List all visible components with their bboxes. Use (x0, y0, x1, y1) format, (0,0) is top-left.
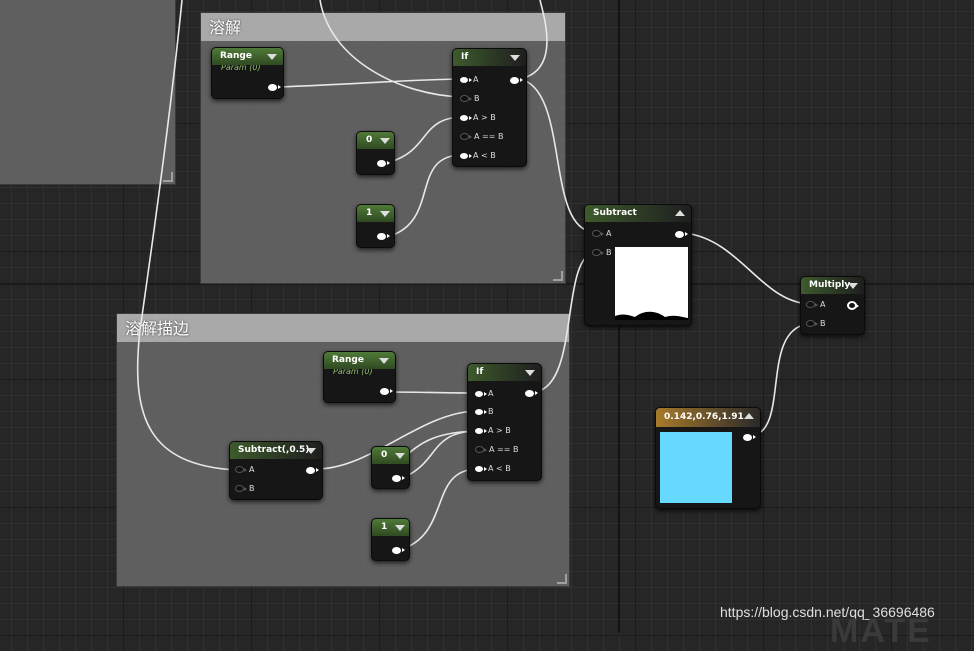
input-pin-a[interactable]: A (475, 388, 493, 400)
collapse-arrow-icon[interactable] (380, 138, 390, 144)
collapse-arrow-icon[interactable] (395, 525, 405, 531)
if-node[interactable]: If A B A > B A == B A < B (452, 48, 527, 167)
range-parameter-node[interactable]: Range Param (0) (211, 47, 284, 99)
input-pin-a[interactable]: A (806, 299, 825, 311)
constant-node[interactable]: 1 (371, 518, 410, 561)
constant-node[interactable]: 0 (356, 131, 395, 175)
output-pin[interactable] (392, 475, 405, 482)
node-header[interactable]: 0 (372, 447, 409, 464)
collapse-arrow-icon[interactable] (510, 55, 520, 61)
output-pin[interactable] (377, 160, 390, 167)
node-header[interactable]: 0 (357, 132, 394, 149)
node-title: Subtract (593, 208, 637, 218)
node-title: If (461, 52, 469, 62)
collapse-arrow-icon[interactable] (306, 448, 316, 454)
if-node[interactable]: If A B A > B A == B A < B (467, 363, 542, 481)
input-pin-b[interactable]: B (460, 93, 480, 105)
collapse-arrow-icon[interactable] (744, 413, 754, 419)
constant3vector-node[interactable]: 0.142,0.76,1.91 (655, 407, 761, 509)
output-pin[interactable] (377, 233, 390, 240)
output-pin[interactable] (525, 390, 538, 397)
output-pin[interactable] (268, 84, 281, 91)
node-header[interactable]: 1 (372, 519, 409, 536)
node-title: Range (332, 355, 364, 365)
input-pin-b[interactable]: B (235, 483, 255, 495)
collapse-arrow-icon[interactable] (848, 283, 858, 289)
node-title: Subtract(,0.5) (238, 445, 310, 455)
collapse-arrow-icon[interactable] (379, 358, 389, 364)
collapse-arrow-icon[interactable] (380, 211, 390, 217)
preview-thumbnail (615, 247, 688, 320)
input-pin-b[interactable]: B (806, 318, 826, 330)
node-header[interactable]: If (453, 49, 526, 66)
node-header[interactable]: 0.142,0.76,1.91 (656, 408, 760, 427)
output-pin[interactable] (743, 434, 756, 441)
constant-node[interactable]: 0 (371, 446, 410, 489)
node-header[interactable]: Range (324, 352, 395, 369)
node-header[interactable]: 1 (357, 205, 394, 222)
output-pin[interactable] (510, 77, 523, 84)
output-pin[interactable] (306, 467, 319, 474)
bottom-watermark: MATE (830, 612, 932, 650)
input-pin-a[interactable]: A (235, 464, 254, 476)
range-parameter-node[interactable]: Range Param (0) (323, 351, 396, 403)
node-header[interactable]: Range (212, 48, 283, 65)
collapse-arrow-icon[interactable] (675, 210, 685, 216)
input-pin-a-greater-b[interactable]: A > B (460, 112, 496, 124)
output-pin[interactable] (847, 301, 859, 310)
output-pin[interactable] (392, 547, 405, 554)
input-pin-b[interactable]: B (592, 247, 612, 259)
subtract-node[interactable]: Subtract(,0.5) A B (229, 441, 323, 500)
node-title: If (476, 367, 484, 377)
node-header[interactable]: Subtract (585, 205, 691, 222)
collapse-arrow-icon[interactable] (267, 54, 277, 60)
input-pin-a-less-b[interactable]: A < B (460, 150, 496, 162)
collapse-arrow-icon[interactable] (395, 453, 405, 459)
input-pin-a[interactable]: A (592, 228, 611, 240)
collapse-arrow-icon[interactable] (525, 370, 535, 376)
node-title: 0 (366, 135, 373, 145)
subtract-node[interactable]: Subtract A B (584, 204, 692, 326)
output-pin[interactable] (380, 388, 393, 395)
output-pin[interactable] (675, 231, 688, 238)
node-header[interactable]: If (468, 364, 541, 381)
node-header[interactable]: Subtract(,0.5) (230, 442, 322, 459)
node-title: Multiply (809, 280, 851, 290)
input-pin-a-less-b[interactable]: A < B (475, 463, 511, 475)
input-pin-a[interactable]: A (460, 74, 478, 86)
node-header[interactable]: Multiply (801, 277, 864, 294)
node-title: 1 (366, 208, 373, 218)
input-pin-a-greater-b[interactable]: A > B (475, 425, 511, 437)
multiply-node[interactable]: Multiply A B (800, 276, 865, 335)
input-pin-b[interactable]: B (475, 406, 494, 418)
node-title: 0.142,0.76,1.91 (664, 412, 744, 422)
constant-node[interactable]: 1 (356, 204, 395, 248)
node-title: Range (220, 51, 252, 61)
input-pin-a-equals-b[interactable]: A == B (475, 444, 518, 456)
input-pin-a-equals-b[interactable]: A == B (460, 131, 503, 143)
color-swatch (660, 432, 732, 503)
node-title: 0 (381, 450, 388, 460)
node-title: 1 (381, 522, 388, 532)
